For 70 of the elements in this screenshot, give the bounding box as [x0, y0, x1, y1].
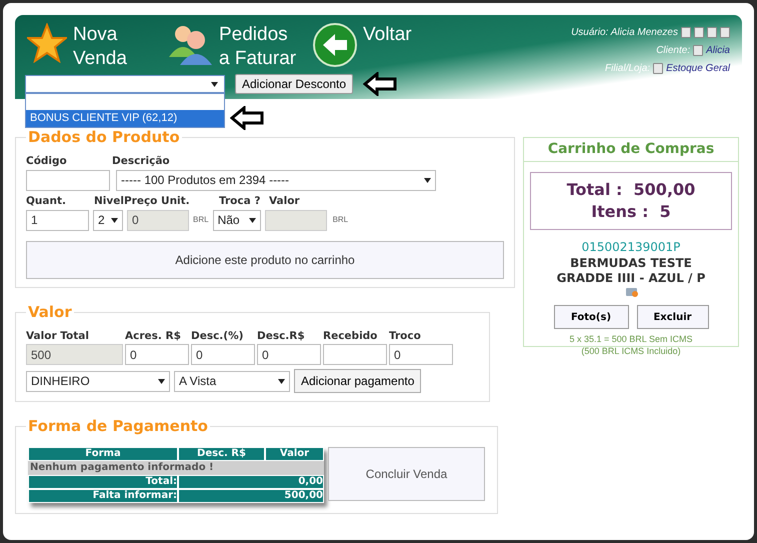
amount-field[interactable]: 0 — [125, 344, 189, 366]
camera-icon[interactable] — [626, 286, 639, 297]
star-icon — [27, 23, 67, 63]
photos-button[interactable]: Foto(s) — [554, 305, 628, 329]
missing-value: 500,00 — [178, 489, 324, 504]
field-label: Código — [26, 154, 68, 169]
amount-field[interactable] — [323, 344, 387, 366]
delete-button[interactable]: Excluir — [636, 305, 708, 329]
field-label: Troca ? — [218, 194, 262, 209]
add-payment-button[interactable]: Adicionar pagamento — [294, 369, 422, 394]
client-label: Cliente: — [656, 44, 690, 58]
field-label: Desc.R$ — [257, 328, 306, 344]
total-value: 0,00 — [178, 475, 324, 490]
exchange-select[interactable]: Não — [212, 210, 261, 230]
level-select[interactable]: 2 — [93, 210, 123, 230]
nav-link[interactable]: Nova Venda — [27, 23, 153, 71]
column-header: Desc. R$ — [178, 447, 265, 462]
currency-label: BRL — [193, 214, 209, 226]
nav-link[interactable]: Voltar — [313, 23, 443, 67]
field-label: Recebido — [323, 328, 378, 344]
user-label: Usuário: Alicia Menezes — [571, 26, 678, 40]
caret-icon — [424, 178, 431, 183]
column-header: Forma — [28, 447, 178, 462]
amount-field[interactable]: 0 — [257, 344, 321, 366]
currency-label: BRL — [332, 214, 348, 226]
pointer-arrow-icon — [363, 72, 398, 96]
finish-sale-button[interactable]: Concluir Venda — [328, 447, 485, 502]
field-label: Troco — [389, 328, 422, 344]
discount-select[interactable] — [25, 75, 225, 93]
value-field[interactable] — [264, 210, 327, 230]
store-label: Filial/Loja: — [605, 62, 650, 76]
add-discount-button[interactable]: Adicionar Desconto — [235, 74, 354, 94]
quantity-field[interactable]: 1 — [26, 210, 89, 230]
caret-icon — [158, 378, 165, 384]
field-label: Desc.(%) — [191, 328, 244, 344]
description-select[interactable]: ----- 100 Produtos em 2394 ----- — [116, 170, 436, 191]
nav-link[interactable]: Pedidos a Faturar — [167, 23, 299, 71]
field-label: Valor — [268, 194, 300, 209]
pointer-arrow-icon — [230, 106, 264, 130]
product-name: BERMUDAS TESTE GRADDE IIII - AZUL / P — [556, 256, 706, 286]
product-code: 015002139001P — [582, 239, 680, 256]
total-label: Total: — [28, 475, 178, 490]
field-label: Descrição — [112, 154, 170, 169]
dropdown-option[interactable]: BONUS CLIENTE VIP (62,12) — [26, 110, 224, 127]
amount-field[interactable]: 0 — [191, 344, 255, 366]
empty-message: Nenhum pagamento informado ! — [28, 461, 324, 476]
payment-method-select[interactable]: DINHEIRO — [26, 370, 170, 392]
field-label: Valor Total — [26, 328, 90, 344]
store-link[interactable]: Estoque Geral — [666, 61, 730, 76]
cart-total: Total : 500,00 — [566, 179, 696, 201]
payment-term-select[interactable]: A Vista — [174, 370, 290, 392]
people-icon — [167, 23, 213, 65]
field-label: Quant. — [26, 194, 67, 209]
client-link[interactable]: Alicia — [706, 43, 730, 58]
cart-title: Carrinho de Compras — [524, 138, 738, 162]
caret-icon — [278, 378, 285, 384]
field-label: Preço Unit. — [124, 194, 191, 209]
cart-items: Itens : 5 — [591, 201, 671, 223]
price-field[interactable]: 0 — [127, 210, 189, 230]
field-label: Nivel — [94, 194, 124, 209]
caret-icon — [111, 218, 118, 222]
column-header: Valor — [265, 447, 324, 462]
add-product-button[interactable]: Adicione este produto no carrinho — [26, 240, 504, 278]
caret-icon — [211, 82, 218, 86]
price-calculation: 5 x 35.1 = 500 BRL Sem ICMS (500 BRL ICMS Incluido) — [570, 333, 692, 357]
field-label: Acres. R$ — [125, 328, 182, 344]
amount-field[interactable]: 0 — [389, 344, 453, 366]
missing-label: Falta informar: — [28, 489, 178, 504]
code-field[interactable] — [26, 170, 110, 191]
caret-icon — [248, 218, 256, 222]
